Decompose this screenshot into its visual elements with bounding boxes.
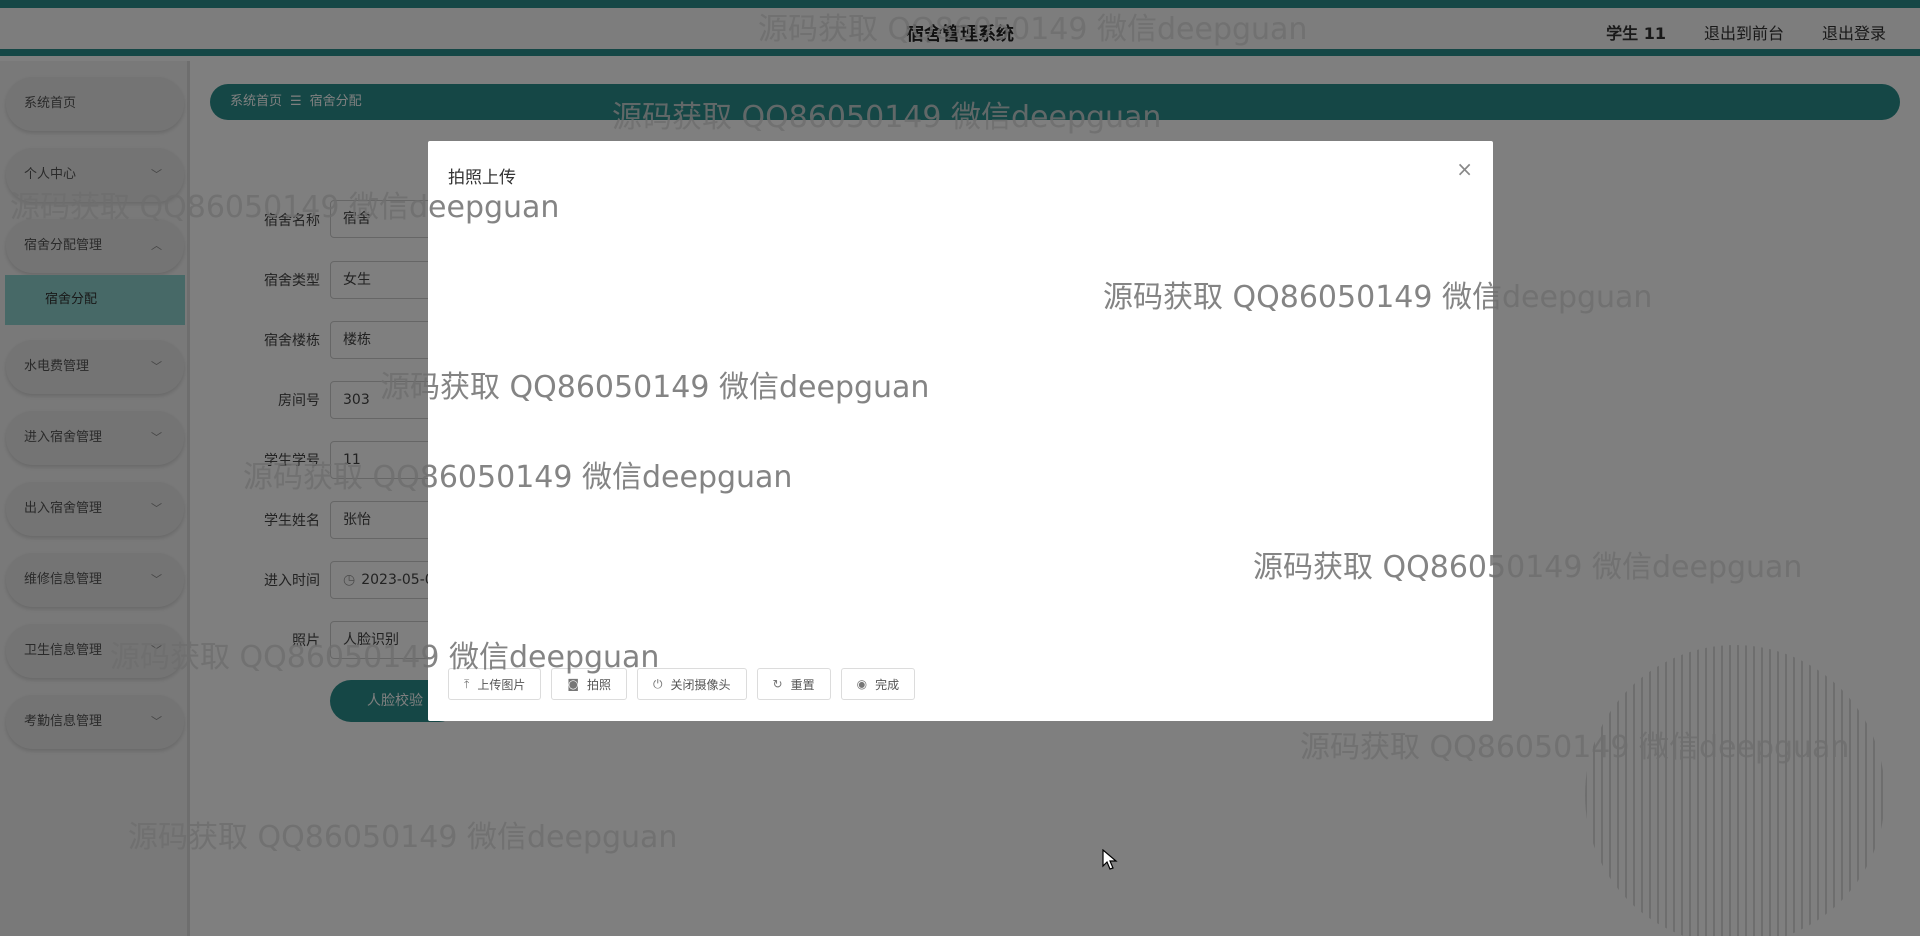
reset-button[interactable]: ↻ 重置 bbox=[756, 668, 831, 700]
capture-button[interactable]: ◙ 拍照 bbox=[551, 668, 627, 700]
dialog-actions: ⤒ 上传图片 ◙ 拍照 ⏻ 关闭摄像头 ↻ 重置 ◉ 完成 bbox=[448, 668, 916, 700]
close-camera-label: 关闭摄像头 bbox=[670, 677, 731, 692]
done-label: 完成 bbox=[875, 677, 900, 692]
camera-icon: ◙ bbox=[567, 677, 579, 691]
close-camera-button[interactable]: ⏻ 关闭摄像头 bbox=[637, 668, 747, 700]
upload-icon: ⤒ bbox=[464, 676, 470, 691]
upload-image-button[interactable]: ⤒ 上传图片 bbox=[448, 668, 542, 700]
close-icon[interactable]: × bbox=[1456, 157, 1473, 181]
power-icon: ⏻ bbox=[653, 676, 663, 691]
upload-image-label: 上传图片 bbox=[477, 677, 526, 692]
done-button[interactable]: ◉ 完成 bbox=[840, 668, 916, 700]
mouse-cursor-icon bbox=[1102, 848, 1118, 875]
check-circle-icon: ◉ bbox=[856, 677, 868, 691]
reset-label: 重置 bbox=[790, 677, 815, 692]
dialog-title: 拍照上传 bbox=[448, 168, 516, 188]
refresh-icon: ↻ bbox=[772, 677, 783, 691]
capture-label: 拍照 bbox=[586, 677, 611, 692]
photo-upload-dialog: 拍照上传 × ⤒ 上传图片 ◙ 拍照 ⏻ 关闭摄像头 ↻ 重置 ◉ 完成 bbox=[428, 141, 1493, 721]
